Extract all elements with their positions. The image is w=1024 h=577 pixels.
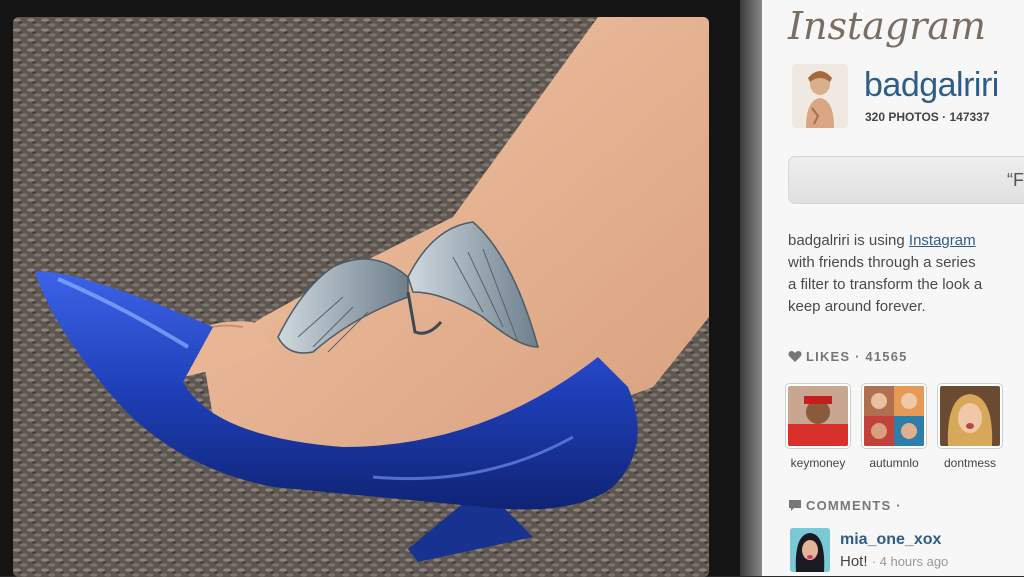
comment-username[interactable]: mia_one_xox [840, 531, 941, 549]
photo-viewer [0, 0, 740, 577]
follow-button[interactable]: “F [788, 156, 1024, 204]
likes-header: LIKES · 41565 [788, 349, 908, 364]
liker-item[interactable]: keymoney [786, 384, 850, 470]
avatar-image [792, 64, 848, 128]
comments-header-text: COMMENTS · [806, 498, 902, 513]
liker-avatar-image [864, 386, 924, 446]
liker-name: dontmess [943, 456, 997, 470]
liker-avatar-image [940, 386, 1000, 446]
comment-body: Hot! · 4 hours ago [840, 553, 948, 570]
profile-username[interactable]: badgalriri [864, 66, 999, 105]
comment-text: Hot! [840, 553, 868, 570]
instagram-link[interactable]: Instagram [909, 232, 976, 249]
panel-divider [740, 0, 762, 576]
comment-timestamp: · 4 hours ago [871, 554, 949, 569]
likes-header-text: LIKES · 41565 [806, 349, 908, 364]
app-description: badgalriri is using Instagram with frien… [788, 230, 1024, 318]
photo-illustration [13, 17, 709, 577]
liker-name: autumnlo [869, 456, 919, 470]
liker-avatar [938, 384, 1002, 448]
commenter-avatar[interactable] [790, 528, 830, 572]
liker-name: keymoney [790, 456, 846, 470]
heart-icon [788, 350, 802, 362]
commenter-avatar-image [790, 528, 830, 572]
profile-stats: 320 PHOTOS · 147337 [865, 110, 990, 124]
liker-avatar [862, 384, 926, 448]
instagram-logo[interactable]: Instagram [788, 4, 986, 48]
liker-avatar [786, 384, 850, 448]
description-line-1: badgalriri is using Instagram [788, 230, 1024, 252]
liker-item[interactable]: dontmess [938, 384, 1002, 470]
liker-item[interactable]: autumnlo [862, 384, 926, 470]
description-line-4: keep around forever. [788, 298, 926, 315]
comments-header: COMMENTS · [788, 498, 902, 513]
profile-avatar[interactable] [792, 64, 848, 128]
description-line-3: a filter to transform the look a [788, 276, 983, 293]
liker-avatar-image [788, 386, 848, 446]
description-line-1-text: badgalriri is using [788, 232, 909, 249]
comment-icon [789, 500, 801, 511]
follow-button-label: “F [1007, 170, 1024, 190]
description-line-2: with friends through a series [788, 254, 976, 271]
post-sidebar: Instagram badgalriri 320 PHOTOS · 147337… [762, 0, 1024, 576]
post-photo[interactable] [13, 17, 709, 577]
